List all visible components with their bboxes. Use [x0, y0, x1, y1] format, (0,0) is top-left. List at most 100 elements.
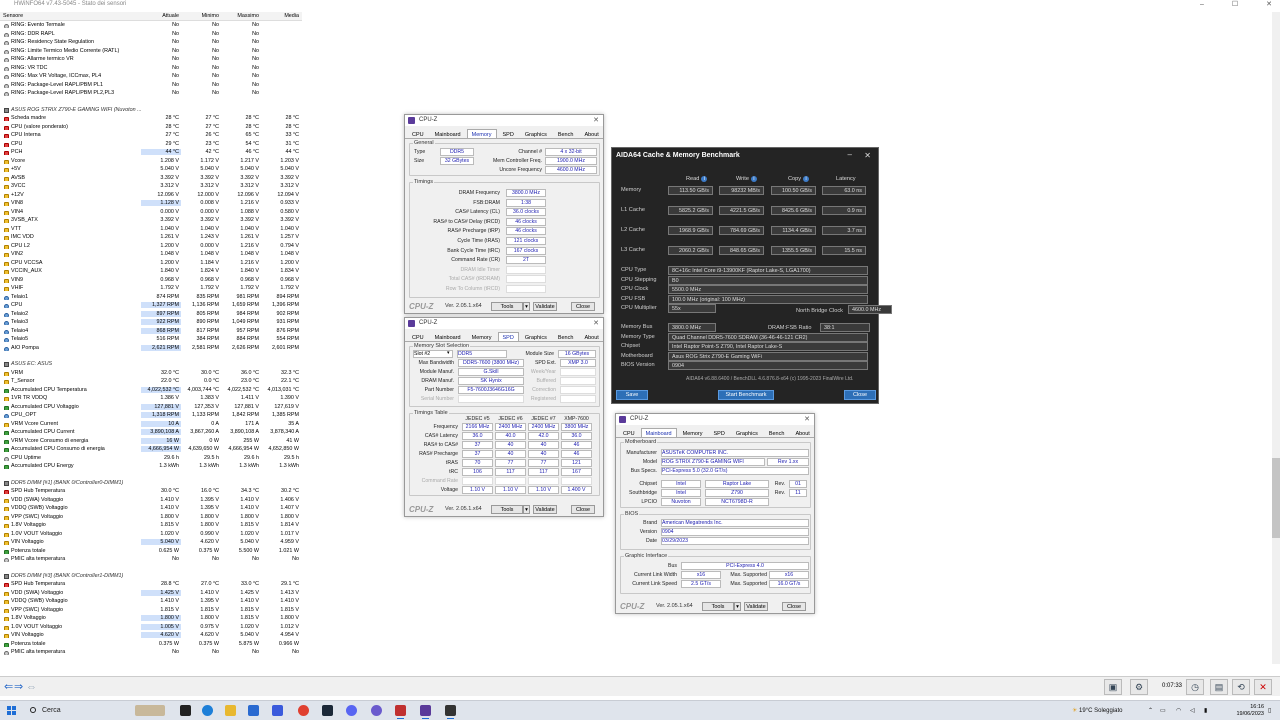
- validate-button[interactable]: Validate: [744, 602, 768, 611]
- sensor-row[interactable]: +5V 5.040 V 5.040 V 5.040 V 5.040 V: [0, 165, 302, 174]
- scrollbar-thumb[interactable]: [1272, 458, 1280, 538]
- network-tray-icon[interactable]: ▭: [1160, 701, 1166, 721]
- sensor-row[interactable]: Potenza totale 0.375 W 0.375 W 5.875 W 0.966…: [0, 640, 302, 649]
- sensor-row[interactable]: VHIF 1.792 V 1.792 V 1.792 V 1.792 V: [0, 284, 302, 293]
- sensor-row[interactable]: T_Sensor 22.0 °C 0.0 °C 23.0 °C 22.1 °C: [0, 377, 302, 386]
- info-icon[interactable]: i: [701, 176, 708, 182]
- sensor-row[interactable]: RING: Limite Termico Medio Corrente (RAT…: [0, 47, 302, 56]
- windows-start-icon[interactable]: [7, 706, 17, 716]
- tab-spd[interactable]: SPD: [709, 428, 730, 437]
- sensor-row[interactable]: Telaio2 897 RPM 805 RPM 984 RPM 902 RPM: [0, 310, 302, 319]
- file-explorer-icon[interactable]: [225, 705, 236, 716]
- info-icon[interactable]: i: [803, 176, 810, 182]
- cpuz-taskbar-icon[interactable]: [420, 705, 431, 719]
- network-icon[interactable]: ▣: [1104, 679, 1122, 695]
- sensor-row[interactable]: RING: Package-Level RAPL/PBM PL1 No No No: [0, 81, 302, 90]
- tab-cpu[interactable]: CPU: [407, 332, 429, 341]
- aida64-taskbar-icon[interactable]: [395, 705, 406, 719]
- sensor-row[interactable]: +12V 12.096 V 12.000 V 12.096 V 12.094 V: [0, 191, 302, 200]
- sensor-row[interactable]: RING: DDR RAPL No No No: [0, 30, 302, 39]
- discord-icon[interactable]: [346, 705, 357, 716]
- sensor-row[interactable]: VRM Vcore Consumo di energia 16 W 0 W 255 W…: [0, 437, 302, 446]
- tab-spd[interactable]: SPD: [497, 332, 519, 341]
- sensor-row[interactable]: Telaio1 874 RPM 835 RPM 981 RPM 894 RPM: [0, 293, 302, 302]
- hwinfo-taskbar-icon[interactable]: [445, 705, 456, 719]
- sensor-row[interactable]: Telaio4 868 RPM 817 RPM 957 RPM 876 RPM: [0, 327, 302, 336]
- chevron-down-icon[interactable]: ▾: [447, 350, 450, 356]
- sensor-row[interactable]: PMIC alta temperatura No No No No: [0, 648, 302, 657]
- tab-bench[interactable]: Bench: [764, 428, 790, 437]
- sensor-row[interactable]: CPU_OPT 1,318 RPM 1,133 RPM 1,842 RPM 1,385 …: [0, 411, 302, 420]
- maximize-icon[interactable]: ☐: [1232, 0, 1238, 9]
- edge-icon[interactable]: [202, 705, 213, 716]
- wifi-icon[interactable]: ◠: [1176, 701, 1181, 721]
- sensor-group-header[interactable]: DDR5 DIMM [#3] (BANK 0/Controller1-DIMM1…: [0, 572, 302, 581]
- steam-icon[interactable]: [322, 705, 333, 716]
- save-button[interactable]: Save: [616, 390, 648, 400]
- sensor-row[interactable]: Telaio3 922 RPM 890 RPM 1,049 RPM 931 RPM: [0, 318, 302, 327]
- close-icon[interactable]: ✕: [864, 151, 871, 160]
- sensor-row[interactable]: SPD Hub Temperatura 28.8 °C 27.0 °C 33.0 °C…: [0, 580, 302, 589]
- sensor-row[interactable]: Accumulated CPU Current 3,890,108 A 3,867,…: [0, 428, 302, 437]
- close-button[interactable]: Close: [844, 390, 876, 400]
- task-view-icon[interactable]: [180, 705, 191, 716]
- taskbar-search[interactable]: Cerca: [26, 704, 131, 718]
- sensor-row[interactable]: CPU (valore ponderato) 28 °C 27 °C 28 °C 28 …: [0, 123, 302, 132]
- sensor-row[interactable]: PMIC alta temperatura No No No No: [0, 555, 302, 564]
- tab-bench[interactable]: Bench: [553, 129, 579, 138]
- widgets-icon[interactable]: [135, 705, 165, 716]
- column-header-min[interactable]: Minimo: [181, 13, 221, 19]
- close-icon[interactable]: ✕: [593, 115, 599, 126]
- close-button[interactable]: Close: [571, 505, 595, 514]
- sensor-row[interactable]: VDDQ (SWB) Voltaggio 1.410 V 1.395 V 1.410 …: [0, 597, 302, 606]
- close-button[interactable]: Close: [782, 602, 806, 611]
- minimize-icon[interactable]: –: [1200, 0, 1204, 9]
- tools-button[interactable]: Tools: [702, 602, 734, 611]
- tools-dropdown-icon[interactable]: ▾: [523, 505, 530, 514]
- clock-icon[interactable]: ◷: [1186, 679, 1204, 695]
- column-header-max[interactable]: Massimo: [221, 13, 261, 19]
- chrome-icon[interactable]: [298, 705, 309, 716]
- sensor-row[interactable]: VDDQ (SWB) Voltaggio 1.410 V 1.395 V 1.410 …: [0, 504, 302, 513]
- sensor-group-header[interactable]: DDR5 DIMM [#1] (BANK 0/Controller0-DIMM1…: [0, 479, 302, 488]
- sensor-row[interactable]: VIN Voltaggio 5.040 V 4.620 V 5.040 V 4.959 …: [0, 538, 302, 547]
- close-button[interactable]: Close: [571, 302, 595, 311]
- sensor-row[interactable]: CPU Uptime 29.6 h 29.5 h 29.6 h 29.5 h: [0, 454, 302, 463]
- reset-icon[interactable]: ⟲: [1232, 679, 1250, 695]
- close-sensors-icon[interactable]: ✕: [1254, 679, 1272, 695]
- sensor-row[interactable]: RING: Residency State Regulation No No No: [0, 38, 302, 47]
- tab-cpu[interactable]: CPU: [407, 129, 429, 138]
- sensor-row[interactable]: VDD (SWA) Voltaggio 1.425 V 1.410 V 1.425 V…: [0, 589, 302, 598]
- sensor-row[interactable]: VTT 1.040 V 1.040 V 1.040 V 1.040 V: [0, 225, 302, 234]
- report-icon[interactable]: ▤: [1210, 679, 1228, 695]
- sensor-scrollbar[interactable]: [1272, 12, 1280, 664]
- store-icon[interactable]: [248, 705, 259, 716]
- close-icon[interactable]: ✕: [1266, 0, 1272, 9]
- sensor-row[interactable]: VIN9 0.968 V 0.968 V 0.968 V 0.968 V: [0, 276, 302, 285]
- sensor-row[interactable]: 1.0V VOUT Voltaggio 1.020 V 0.990 V 1.020 V…: [0, 530, 302, 539]
- sensor-row[interactable]: 3VCC 3.312 V 3.312 V 3.312 V 3.312 V: [0, 182, 302, 191]
- tab-graphics[interactable]: Graphics: [731, 428, 763, 437]
- close-icon[interactable]: ✕: [593, 318, 599, 329]
- tab-cpu[interactable]: CPU: [618, 428, 640, 437]
- sensor-row[interactable]: RING: Package-Level RAPL/PBM PL2,PL3 No No…: [0, 89, 302, 98]
- sensor-row[interactable]: VIN4 0.000 V 0.000 V 1.088 V 0.580 V: [0, 208, 302, 217]
- settings-icon[interactable]: ⚙: [1130, 679, 1148, 695]
- info-icon[interactable]: i: [750, 176, 757, 182]
- chevron-up-icon[interactable]: ⌃: [1148, 701, 1153, 721]
- tab-graphics[interactable]: Graphics: [520, 129, 552, 138]
- sensor-row[interactable]: PCH 44 °C 42 °C 46 °C 44 °C: [0, 148, 302, 157]
- app-icon[interactable]: [371, 705, 382, 716]
- tab-memory[interactable]: Memory: [467, 332, 497, 341]
- sensor-row[interactable]: VRM Vcore Current 10 A 0 A 171 A 35 A: [0, 420, 302, 429]
- tab-mainboard[interactable]: Mainboard: [430, 129, 466, 138]
- sensor-row[interactable]: Telaio5 516 RPM 384 RPM 884 RPM 554 RPM: [0, 335, 302, 344]
- sensor-row[interactable]: 1.8V Voltaggio 1.815 V 1.800 V 1.815 V 1.814…: [0, 521, 302, 530]
- sensor-row[interactable]: CPU L2 1.200 V 0.000 V 1.216 V 0.794 V: [0, 242, 302, 251]
- volume-icon[interactable]: ◁: [1190, 701, 1195, 721]
- tab-about[interactable]: About: [790, 428, 814, 437]
- column-header-sensor[interactable]: Sensore: [0, 13, 141, 19]
- sensor-row[interactable]: Accumulated CPU Energy 1.3 kWh 1.3 kWh 1.3 …: [0, 462, 302, 471]
- sensor-row[interactable]: AVSB 3.392 V 3.392 V 3.392 V 3.392 V: [0, 174, 302, 183]
- sensor-row[interactable]: 1.8V Voltaggio 1.800 V 1.800 V 1.815 V 1.800…: [0, 614, 302, 623]
